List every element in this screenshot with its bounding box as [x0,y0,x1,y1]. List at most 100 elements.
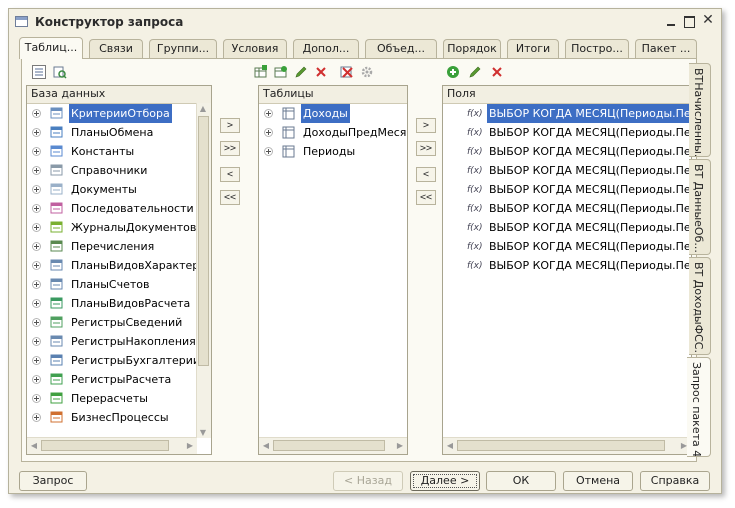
side-tab-vt-income[interactable]: ВТ ДоходыФСС... [689,257,711,355]
field-list-item[interactable]: f(x) ВЫБОР КОГДА МЕСЯЦ(Периоды.Перио [443,218,691,237]
database-vertical-scrollbar[interactable]: ▲ ▼ [196,103,211,438]
maximize-button[interactable] [681,13,697,29]
remove-table-button[interactable]: < [220,167,240,182]
expand-icon[interactable] [32,242,41,251]
database-tree-item[interactable]: РегистрыБухгалтерии [27,351,211,370]
expand-icon[interactable] [32,375,41,384]
expand-icon[interactable] [32,413,41,422]
replace-table-icon[interactable] [340,65,354,79]
add-nested-query-icon[interactable] [274,65,288,79]
scroll-left-icon[interactable]: ◀ [444,441,456,450]
expand-icon[interactable] [32,356,41,365]
side-tab-vt-data[interactable]: ВТ ДанныеОб... [689,159,711,255]
query-search-icon[interactable] [53,65,67,79]
database-tree-item[interactable]: ПланыВидовРасчета [27,294,211,313]
field-list-item[interactable]: f(x) ВЫБОР КОГДА МЕСЯЦ(Периоды.Перио [443,142,691,161]
expand-icon[interactable] [32,204,41,213]
side-tab-vt-accruals[interactable]: ВТНачисленны... [689,63,711,157]
expand-icon[interactable] [32,394,41,403]
tab-batch[interactable]: Пакет ... [635,39,697,58]
scroll-up-icon[interactable]: ▲ [197,104,209,113]
close-button[interactable]: ✕ [700,13,716,29]
minimize-button[interactable] [663,13,679,29]
tab-builder[interactable]: Постро... [565,39,629,58]
cancel-button[interactable]: Отмена [563,471,633,491]
field-list-item[interactable]: f(x) ВЫБОР КОГДА МЕСЯЦ(Периоды.Перио [443,180,691,199]
tables-horizontal-scrollbar[interactable]: ◀ ▶ [259,437,407,454]
database-tree-item[interactable]: ПланыОбмена [27,123,211,142]
add-table-icon[interactable] [254,65,268,79]
delete-field-icon[interactable] [490,65,504,79]
expand-icon[interactable] [32,318,41,327]
delete-icon[interactable] [314,65,328,79]
expand-icon[interactable] [264,109,273,118]
next-button[interactable]: Далее > [410,471,480,491]
tab-additional[interactable]: Допол... [293,39,359,58]
database-tree-item[interactable]: РегистрыНакопления [27,332,211,351]
back-button[interactable]: < Назад [333,471,403,491]
tab-grouping[interactable]: Группи... [149,39,217,58]
database-tree-item[interactable]: ЖурналыДокументов [27,218,211,237]
add-field-icon[interactable] [446,65,460,79]
table-tree-item[interactable]: Периоды [259,142,407,161]
tab-links[interactable]: Связи [89,39,143,58]
expand-icon[interactable] [264,147,273,156]
view-mode-icon[interactable] [32,65,46,79]
expand-icon[interactable] [264,128,273,137]
edit-pencil-icon[interactable] [294,65,308,79]
field-list-item[interactable]: f(x) ВЫБОР КОГДА МЕСЯЦ(Периоды.Перио [443,104,691,123]
database-tree-item[interactable]: Константы [27,142,211,161]
title-bar[interactable]: Конструктор запроса ✕ [9,9,721,35]
database-tree-item[interactable]: Перечисления [27,237,211,256]
expand-icon[interactable] [32,280,41,289]
tab-tables[interactable]: Таблиц... [19,37,83,59]
database-tree-item[interactable]: РегистрыСведений [27,313,211,332]
add-field-button[interactable]: > [416,118,436,133]
expand-icon[interactable] [32,337,41,346]
table-tree-item[interactable]: ДоходыПредМесяца [259,123,407,142]
scroll-down-icon[interactable]: ▼ [197,428,209,437]
database-scroll-thumb[interactable] [198,116,209,366]
expand-icon[interactable] [32,109,41,118]
expand-icon[interactable] [32,299,41,308]
database-tree-item[interactable]: ПланыСчетов [27,275,211,294]
add-table-button[interactable]: > [220,118,240,133]
tab-conditions[interactable]: Условия [223,39,287,58]
expand-icon[interactable] [32,223,41,232]
fields-horizontal-scrollbar[interactable]: ◀ ▶ [443,437,691,454]
database-horizontal-scrollbar[interactable]: ◀ ▶ [27,437,197,454]
help-button[interactable]: Справка [640,471,710,491]
expand-icon[interactable] [32,185,41,194]
database-tree-item[interactable]: Последовательности [27,199,211,218]
database-tree-item[interactable]: Перерасчеты [27,389,211,408]
remove-field-button[interactable]: < [416,167,436,182]
remove-all-tables-button[interactable]: << [220,190,240,205]
add-all-tables-button[interactable]: >> [220,141,240,156]
expand-icon[interactable] [32,147,41,156]
database-tree-item[interactable]: РегистрыРасчета [27,370,211,389]
add-all-fields-button[interactable]: >> [416,141,436,156]
database-hscroll-thumb[interactable] [41,440,169,451]
tab-order[interactable]: Порядок [443,39,501,58]
tab-unions[interactable]: Объед... [365,39,437,58]
database-tree-item[interactable]: ПланыВидовХарактерис [27,256,211,275]
edit-field-icon[interactable] [468,65,482,79]
expand-icon[interactable] [32,128,41,137]
side-tab-query-4[interactable]: Запрос пакета 4 [687,357,711,457]
database-tree-item[interactable]: Документы [27,180,211,199]
tables-hscroll-thumb[interactable] [273,440,385,451]
field-list-item[interactable]: f(x) ВЫБОР КОГДА МЕСЯЦ(Периоды.Перио [443,256,691,275]
scroll-left-icon[interactable]: ◀ [28,441,40,450]
table-tree-item[interactable]: Доходы [259,104,407,123]
field-list-item[interactable]: f(x) ВЫБОР КОГДА МЕСЯЦ(Периоды.Перио [443,123,691,142]
scroll-right-icon[interactable]: ▶ [394,441,406,450]
database-tree-item[interactable]: КритерииОтбора [27,104,211,123]
scroll-right-icon[interactable]: ▶ [184,441,196,450]
ok-button[interactable]: ОК [486,471,556,491]
expand-icon[interactable] [32,261,41,270]
field-list-item[interactable]: f(x) ВЫБОР КОГДА МЕСЯЦ(Периоды.Перио [443,161,691,180]
database-tree-item[interactable]: БизнесПроцессы [27,408,211,427]
expand-icon[interactable] [32,166,41,175]
fields-hscroll-thumb[interactable] [457,440,665,451]
remove-all-fields-button[interactable]: << [416,190,436,205]
